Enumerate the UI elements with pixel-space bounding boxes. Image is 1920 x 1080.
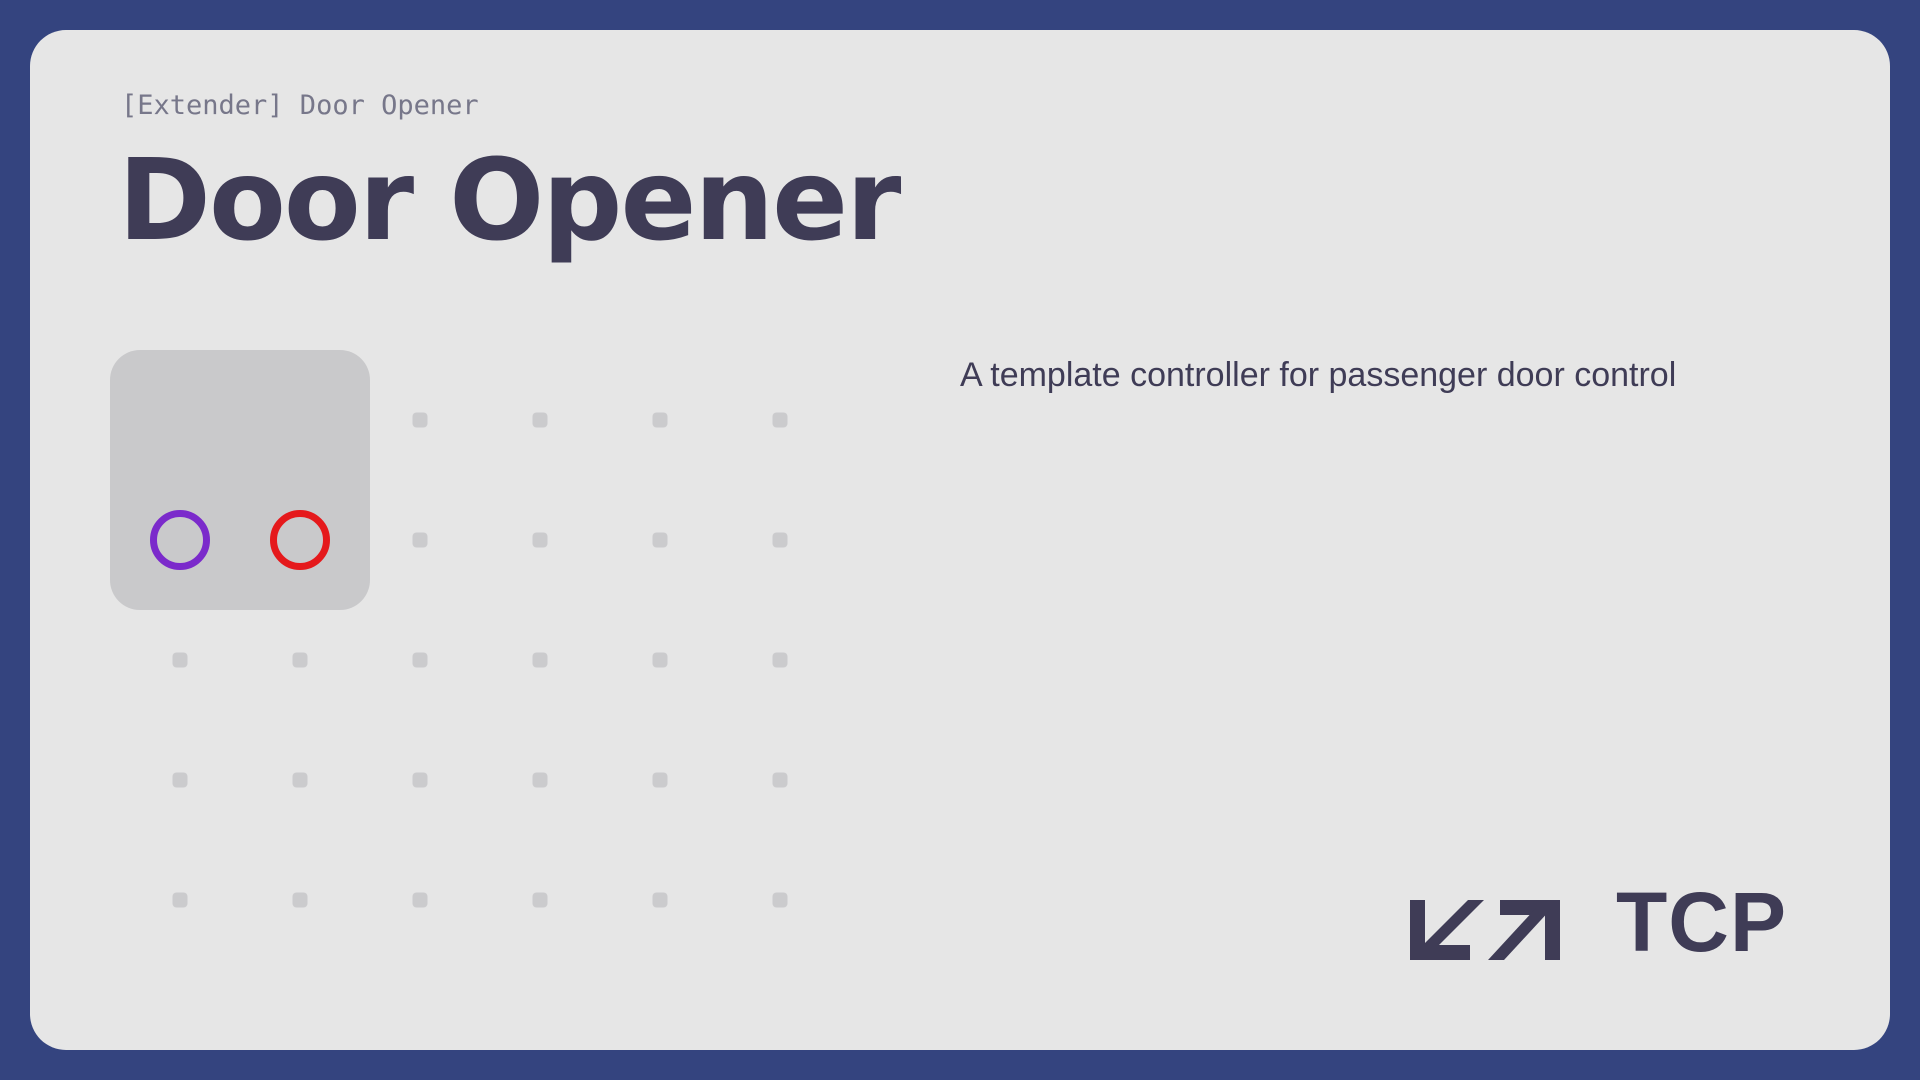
purple-ring-icon — [150, 510, 210, 570]
description: A template controller for passenger door… — [960, 356, 1677, 394]
red-ring-icon — [270, 510, 330, 570]
tcp-logo-text: TCP — [1616, 875, 1787, 969]
page-title: Door Opener — [118, 136, 901, 266]
device-preview — [110, 350, 370, 610]
tcp-arrows-icon — [1410, 900, 1560, 960]
page-subtitle: [Extender] Door Opener — [121, 90, 479, 121]
